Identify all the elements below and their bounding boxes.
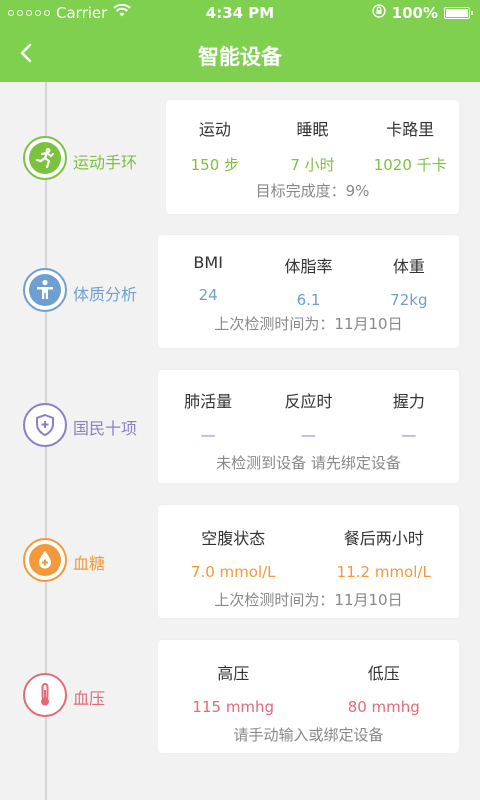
device-label: 体质分析: [73, 285, 138, 304]
stat-value: 1020 千卡: [373, 156, 447, 174]
device-label: 血压: [73, 689, 106, 708]
nav-bar: 智能设备: [0, 26, 480, 82]
stat-title: 体脂率: [284, 257, 333, 276]
stat-item: 卡路里 1020 千卡: [361, 116, 459, 175]
body-card[interactable]: BMI 24 体脂率 6.1 体重 72kg 上次检测时间为：11月10日: [158, 235, 459, 348]
card-footer: 请手动输入或绑定设备: [233, 726, 384, 744]
status-right: 100%: [371, 4, 473, 22]
stat-title: 空腹状态: [201, 529, 266, 548]
stat-item: 运动 150 步: [166, 116, 264, 175]
header-bar: Carrier 4:34 PM 100% 智能设备: [0, 0, 480, 82]
card-footer: 上次检测时间为：11月10日: [214, 591, 403, 609]
stat-title: 低压: [367, 664, 400, 683]
stat-value: 72kg: [390, 291, 428, 309]
device-label: 血糖: [73, 554, 106, 573]
stat-value: 115 mmhg: [192, 698, 275, 716]
pressure-card[interactable]: 高压 115 mmhg 低压 80 mmhg 请手动输入或绑定设备: [158, 640, 459, 753]
battery-text: 100%: [391, 4, 438, 22]
sugar-icon-circle: [23, 538, 67, 582]
stat-title: 餐后两小时: [343, 529, 424, 548]
status-bar: Carrier 4:34 PM 100%: [0, 0, 480, 26]
stat-item: 体脂率 6.1: [258, 253, 358, 309]
stat-title: 反应时: [284, 392, 333, 411]
stat-title: 卡路里: [386, 120, 435, 139]
stat-title: 体重: [392, 257, 425, 276]
band-icon-circle: [23, 136, 67, 180]
stat-title: BMI: [193, 253, 223, 272]
stat-item: 反应时 —: [258, 388, 358, 444]
stat-value: —: [401, 426, 417, 444]
stat-item: 肺活量 —: [158, 388, 258, 444]
pressure-icon-circle: [23, 673, 67, 717]
stat-item: 体重 72kg: [359, 253, 459, 309]
stat-value: 24: [198, 286, 218, 304]
card-footer: 目标完成度：9%: [255, 182, 370, 200]
stat-title: 握力: [392, 392, 425, 411]
stat-value: 150 步: [190, 156, 240, 174]
running-icon: [29, 142, 61, 174]
body-icon: [29, 274, 61, 306]
stat-title: 高压: [217, 664, 250, 683]
battery-icon: [444, 7, 473, 19]
stat-title: 肺活量: [184, 392, 233, 411]
stat-title: 睡眠: [296, 120, 329, 139]
blood-drop-icon: [29, 544, 61, 576]
thermometer-icon: [29, 679, 61, 711]
band-card[interactable]: 运动 150 步 睡眠 7 小时 卡路里 1020 千卡 目标完成度：9%: [166, 100, 459, 214]
stat-value: 80 mmhg: [347, 698, 420, 716]
device-label: 国民十项: [73, 419, 138, 438]
page-title: 智能设备: [198, 45, 282, 69]
body-icon-circle: [23, 268, 67, 312]
card-footer: 上次检测时间为：11月10日: [214, 315, 403, 333]
stat-item: 高压 115 mmhg: [158, 660, 309, 716]
stat-item: 空腹状态 7.0 mmol/L: [158, 525, 309, 581]
fitness-icon-circle: [23, 403, 67, 447]
orientation-lock-icon: [371, 4, 386, 22]
stat-value: —: [300, 426, 316, 444]
fitness-card[interactable]: 肺活量 — 反应时 — 握力 — 未检测到设备 请先绑定设备: [158, 370, 459, 483]
sugar-card[interactable]: 空腹状态 7.0 mmol/L 餐后两小时 11.2 mmol/L 上次检测时间…: [158, 505, 459, 618]
stat-value: 11.2 mmol/L: [336, 563, 431, 581]
stat-value: —: [200, 426, 216, 444]
stat-title: 运动: [198, 120, 231, 139]
card-footer: 未检测到设备 请先绑定设备: [216, 454, 401, 472]
stat-item: 睡眠 7 小时: [264, 116, 362, 175]
shield-cross-icon: [29, 409, 61, 441]
stat-item: 餐后两小时 11.2 mmol/L: [309, 525, 460, 581]
stat-value: 7.0 mmol/L: [190, 563, 276, 581]
stat-value: 6.1: [296, 291, 321, 309]
stat-value: 7 小时: [290, 156, 335, 174]
device-label: 运动手环: [73, 153, 138, 172]
stat-item: BMI 24: [158, 253, 258, 309]
stat-item: 握力 —: [359, 388, 459, 444]
stat-item: 低压 80 mmhg: [309, 660, 460, 716]
